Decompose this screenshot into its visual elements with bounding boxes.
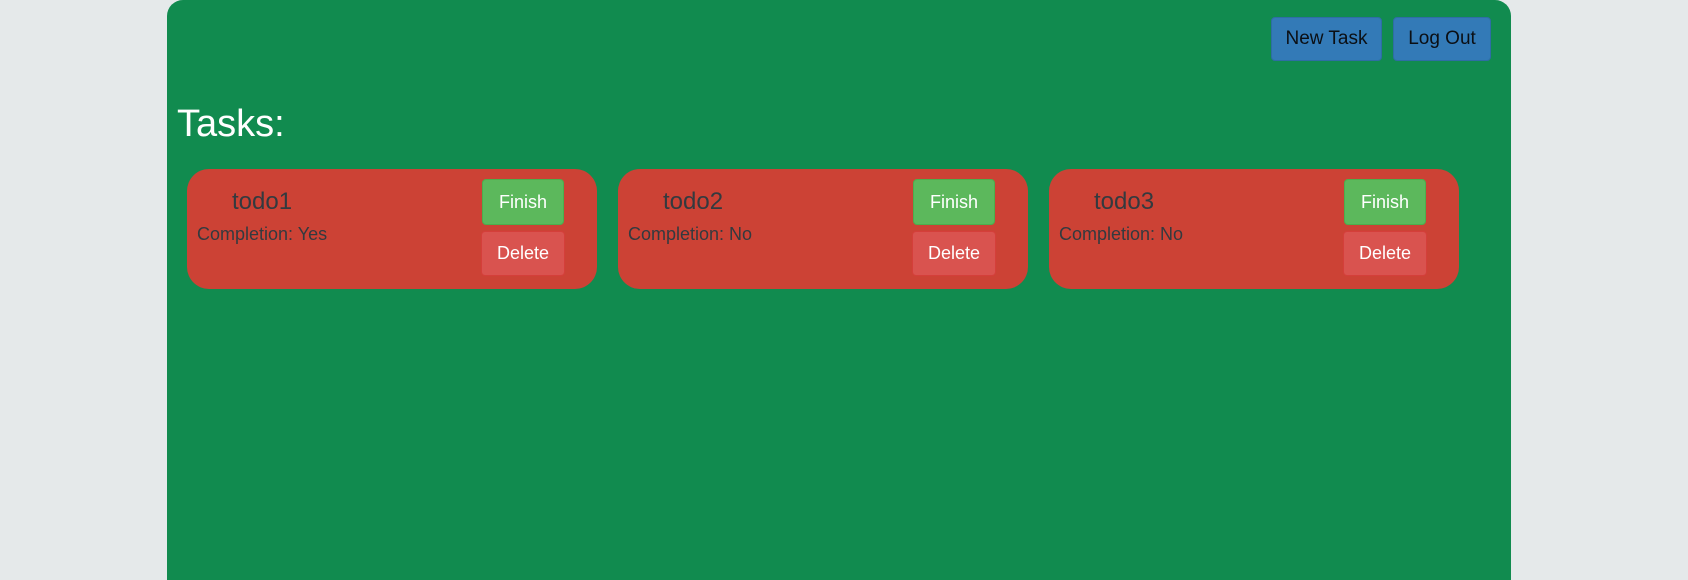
- task-list: todo1 Completion: Yes Finish Delete todo…: [187, 169, 1459, 289]
- task-name: todo3: [1094, 188, 1155, 215]
- app-container: New Task Log Out Tasks: todo1 Completion…: [167, 0, 1511, 580]
- page-title: Tasks:: [177, 103, 285, 145]
- task-completion: Completion: No: [1059, 224, 1184, 244]
- delete-button[interactable]: Delete: [1343, 231, 1427, 276]
- delete-button[interactable]: Delete: [912, 231, 996, 276]
- task-name: todo2: [663, 188, 724, 215]
- finish-button[interactable]: Finish: [1344, 179, 1426, 225]
- delete-button[interactable]: Delete: [481, 231, 565, 276]
- new-task-button[interactable]: New Task: [1271, 17, 1382, 61]
- logout-button[interactable]: Log Out: [1393, 17, 1491, 61]
- finish-button[interactable]: Finish: [913, 179, 995, 225]
- task-completion: Completion: No: [628, 224, 753, 244]
- task-card: todo3 Completion: No Finish Delete: [1049, 169, 1459, 289]
- task-completion: Completion: Yes: [197, 224, 328, 244]
- finish-button[interactable]: Finish: [482, 179, 564, 225]
- task-card: todo2 Completion: No Finish Delete: [618, 169, 1028, 289]
- task-name: todo1: [232, 188, 293, 215]
- task-card: todo1 Completion: Yes Finish Delete: [187, 169, 597, 289]
